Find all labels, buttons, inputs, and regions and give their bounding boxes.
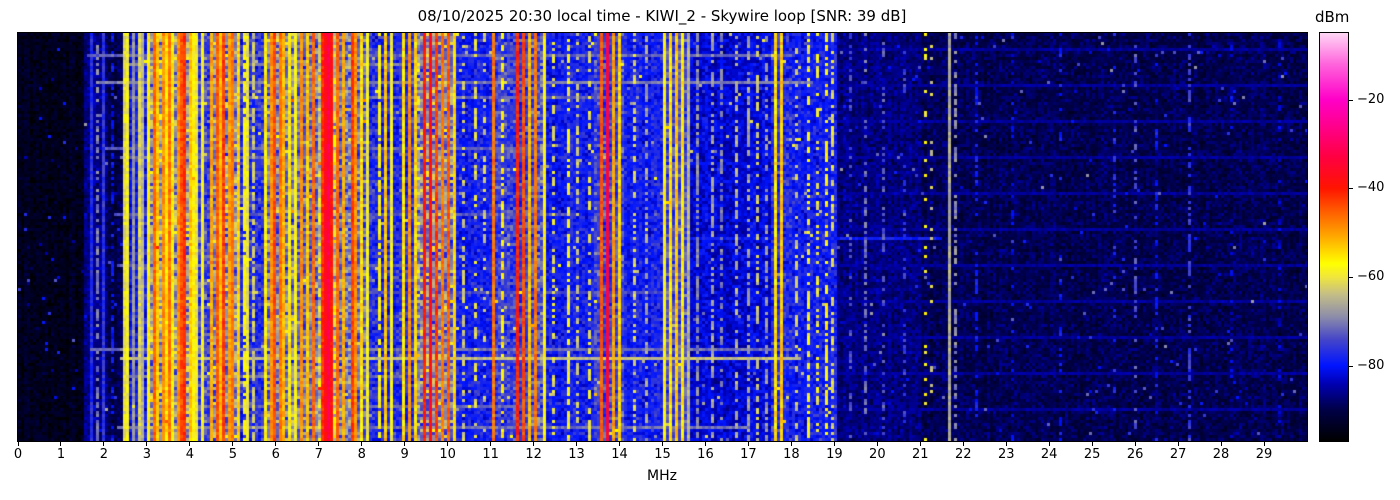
x-tick-mark bbox=[790, 442, 792, 446]
x-tick-mark bbox=[361, 442, 363, 446]
colorbar-tick-label: −20 bbox=[1357, 91, 1385, 107]
x-tick-mark bbox=[17, 442, 19, 446]
x-tick-label: 7 bbox=[314, 447, 323, 462]
x-axis-label: MHz bbox=[647, 468, 677, 484]
colorbar-tick-mark bbox=[1349, 365, 1353, 367]
x-tick-label: 0 bbox=[13, 447, 23, 462]
x-tick-label: 12 bbox=[525, 447, 542, 462]
x-tick-mark bbox=[318, 442, 320, 446]
x-tick-label: 25 bbox=[1083, 447, 1101, 462]
x-tick-label: 19 bbox=[826, 447, 843, 462]
x-tick-mark bbox=[1134, 442, 1136, 446]
x-tick-mark bbox=[619, 442, 621, 446]
colorbar-tick-label: −40 bbox=[1357, 179, 1385, 195]
x-tick-label: 20 bbox=[869, 447, 886, 462]
x-tick-label: 9 bbox=[400, 447, 409, 462]
x-tick-mark bbox=[962, 442, 964, 446]
colorbar-tick-mark bbox=[1349, 276, 1353, 278]
x-tick-label: 5 bbox=[228, 447, 237, 462]
x-tick-mark bbox=[1048, 442, 1050, 446]
x-tick-mark bbox=[490, 442, 492, 446]
x-tick-label: 26 bbox=[1126, 447, 1144, 462]
x-tick-label: 13 bbox=[568, 447, 585, 462]
x-tick-mark bbox=[662, 442, 663, 446]
x-tick-label: 21 bbox=[912, 447, 929, 462]
x-tick-mark bbox=[404, 442, 406, 446]
x-tick-label: 28 bbox=[1212, 447, 1230, 462]
x-tick-label: 4 bbox=[185, 447, 194, 462]
figure: { "chart_data": { "type": "heatmap", "su… bbox=[0, 0, 1400, 500]
x-tick-mark bbox=[1177, 442, 1179, 446]
x-tick-label: 17 bbox=[740, 447, 757, 462]
x-tick-mark bbox=[447, 442, 449, 446]
x-tick-label: 2 bbox=[99, 447, 109, 462]
x-tick-mark bbox=[103, 442, 105, 446]
x-tick-label: 15 bbox=[654, 447, 671, 462]
x-tick-label: 14 bbox=[611, 447, 628, 462]
x-tick-mark bbox=[189, 442, 191, 446]
x-tick-label: 22 bbox=[954, 447, 972, 462]
colorbar-label: dBm bbox=[1315, 8, 1350, 26]
x-tick-mark bbox=[533, 442, 535, 446]
colorbar-tick-label: −60 bbox=[1357, 268, 1385, 284]
x-tick-mark bbox=[60, 442, 62, 446]
x-tick-mark bbox=[576, 442, 578, 446]
colorbar-tick-mark bbox=[1349, 188, 1353, 190]
x-tick-label: 23 bbox=[997, 447, 1015, 462]
chart-title: 08/10/2025 20:30 local time - KIWI_2 - S… bbox=[417, 7, 907, 25]
x-tick-mark bbox=[1091, 442, 1093, 446]
x-tick-mark bbox=[919, 442, 921, 446]
x-tick-mark bbox=[1263, 442, 1265, 446]
x-tick-label: 27 bbox=[1169, 447, 1187, 462]
x-tick-label: 3 bbox=[142, 447, 152, 462]
x-tick-mark bbox=[704, 442, 706, 446]
x-tick-label: 6 bbox=[271, 447, 280, 462]
x-tick-label: 16 bbox=[697, 447, 714, 462]
x-tick-label: 11 bbox=[482, 447, 499, 462]
x-tick-label: 24 bbox=[1040, 447, 1058, 462]
x-tick-mark bbox=[232, 442, 234, 446]
x-tick-mark bbox=[146, 442, 148, 446]
x-tick-mark bbox=[876, 442, 878, 446]
x-tick-mark bbox=[1220, 442, 1222, 446]
x-tick-mark bbox=[275, 442, 277, 446]
x-tick-label: 1 bbox=[56, 447, 66, 462]
x-tick-mark bbox=[1005, 442, 1007, 446]
colorbar bbox=[1319, 32, 1349, 442]
spectrogram-canvas bbox=[18, 33, 1307, 441]
spectrogram-plot bbox=[17, 32, 1308, 442]
x-tick-label: 18 bbox=[783, 447, 800, 462]
x-tick-label: 8 bbox=[357, 447, 366, 462]
x-tick-label: 29 bbox=[1255, 447, 1273, 462]
x-tick-mark bbox=[833, 442, 835, 446]
x-tick-label: 10 bbox=[439, 447, 456, 462]
colorbar-tick-label: −80 bbox=[1357, 357, 1385, 373]
colorbar-tick-mark bbox=[1349, 99, 1353, 101]
x-tick-mark bbox=[747, 442, 749, 446]
